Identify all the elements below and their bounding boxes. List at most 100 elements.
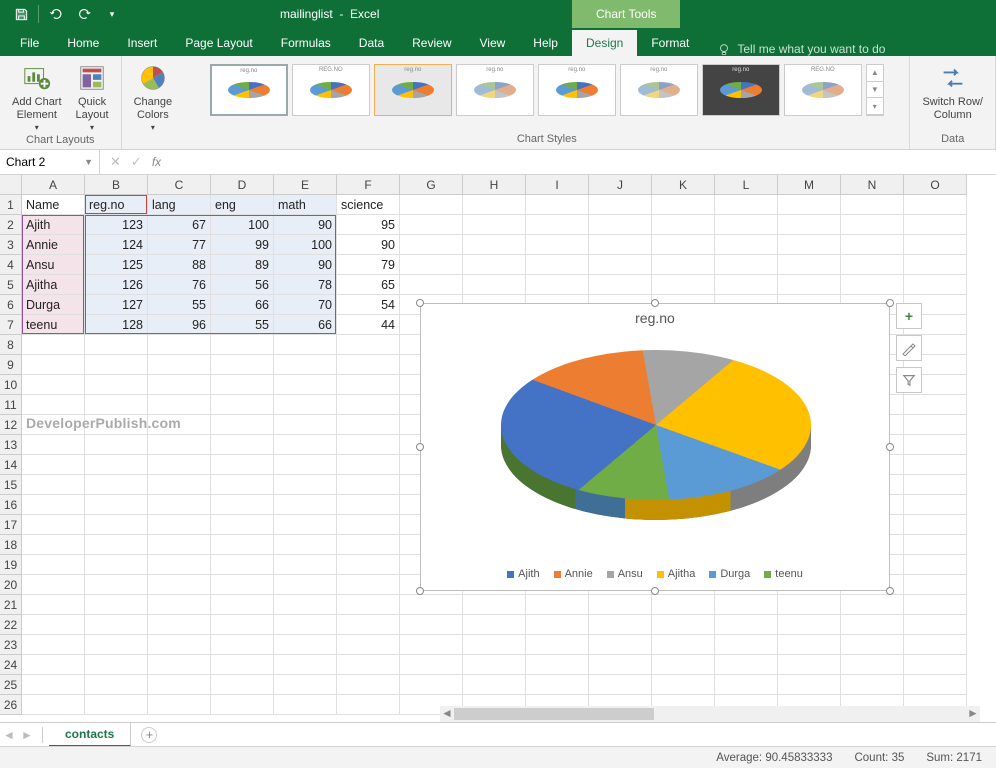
cell-D7[interactable]: 55 [211, 315, 274, 335]
row-header-5[interactable]: 5 [0, 275, 22, 295]
tab-view[interactable]: View [466, 30, 520, 56]
cell-D22[interactable] [211, 615, 274, 635]
cell-J3[interactable] [589, 235, 652, 255]
cell-E23[interactable] [274, 635, 337, 655]
change-colors-button[interactable]: Change Colors▾ [130, 60, 177, 134]
cell-D4[interactable]: 89 [211, 255, 274, 275]
cell-C7[interactable]: 96 [148, 315, 211, 335]
chart-style-1[interactable]: reg.no [210, 64, 288, 116]
chart-styles-button[interactable] [896, 335, 922, 361]
cell-D26[interactable] [211, 695, 274, 715]
cell-D5[interactable]: 56 [211, 275, 274, 295]
cell-H1[interactable] [463, 195, 526, 215]
col-header-B[interactable]: B [85, 175, 148, 195]
row-header-25[interactable]: 25 [0, 675, 22, 695]
chart-handle-n[interactable] [651, 299, 659, 307]
spreadsheet-grid[interactable]: ABCDEFGHIJKLMNO 123456789101112131415161… [0, 175, 996, 726]
cell-E5[interactable]: 78 [274, 275, 337, 295]
chart-style-5[interactable]: reg.no [538, 64, 616, 116]
chart-handle-nw[interactable] [416, 299, 424, 307]
cell-C2[interactable]: 67 [148, 215, 211, 235]
row-header-9[interactable]: 9 [0, 355, 22, 375]
col-header-A[interactable]: A [22, 175, 85, 195]
cell-G3[interactable] [400, 235, 463, 255]
chart-style-2[interactable]: REG.NO [292, 64, 370, 116]
cell-C11[interactable] [148, 395, 211, 415]
cell-N24[interactable] [841, 655, 904, 675]
tab-design[interactable]: Design [572, 30, 637, 56]
tab-home[interactable]: Home [53, 30, 113, 56]
cell-O24[interactable] [904, 655, 967, 675]
cell-C10[interactable] [148, 375, 211, 395]
cell-F26[interactable] [337, 695, 400, 715]
cell-M23[interactable] [778, 635, 841, 655]
cell-O21[interactable] [904, 595, 967, 615]
cell-B24[interactable] [85, 655, 148, 675]
tab-help[interactable]: Help [519, 30, 572, 56]
cell-F22[interactable] [337, 615, 400, 635]
cell-A5[interactable]: Ajitha [22, 275, 85, 295]
cell-H22[interactable] [463, 615, 526, 635]
cell-C25[interactable] [148, 675, 211, 695]
chart-style-7[interactable]: reg.no [702, 64, 780, 116]
cell-I21[interactable] [526, 595, 589, 615]
cell-F15[interactable] [337, 475, 400, 495]
cell-G1[interactable] [400, 195, 463, 215]
add-chart-element-button[interactable]: Add Chart Element▾ [8, 60, 66, 134]
tab-review[interactable]: Review [398, 30, 465, 56]
chart-filters-button[interactable] [896, 367, 922, 393]
cell-L24[interactable] [715, 655, 778, 675]
chart-handle-se[interactable] [886, 587, 894, 595]
cell-A24[interactable] [22, 655, 85, 675]
cell-G5[interactable] [400, 275, 463, 295]
name-box[interactable]: Chart 2▼ [0, 150, 100, 174]
cell-L3[interactable] [715, 235, 778, 255]
cell-A19[interactable] [22, 555, 85, 575]
cell-N5[interactable] [841, 275, 904, 295]
row-header-19[interactable]: 19 [0, 555, 22, 575]
chart-styles-scroll[interactable]: ▲▼▾ [866, 64, 884, 116]
chart-handle-ne[interactable] [886, 299, 894, 307]
cell-E17[interactable] [274, 515, 337, 535]
cell-O1[interactable] [904, 195, 967, 215]
cell-C15[interactable] [148, 475, 211, 495]
cell-H21[interactable] [463, 595, 526, 615]
row-header-8[interactable]: 8 [0, 335, 22, 355]
cell-F17[interactable] [337, 515, 400, 535]
legend-item-annie[interactable]: Annie [554, 568, 593, 580]
cell-B3[interactable]: 124 [85, 235, 148, 255]
cell-I4[interactable] [526, 255, 589, 275]
cell-B11[interactable] [85, 395, 148, 415]
cell-A1[interactable]: Name [22, 195, 85, 215]
cell-F18[interactable] [337, 535, 400, 555]
cell-C9[interactable] [148, 355, 211, 375]
tab-page-layout[interactable]: Page Layout [171, 30, 266, 56]
cell-E20[interactable] [274, 575, 337, 595]
row-header-12[interactable]: 12 [0, 415, 22, 435]
cell-M3[interactable] [778, 235, 841, 255]
cell-E21[interactable] [274, 595, 337, 615]
cell-M22[interactable] [778, 615, 841, 635]
cell-A22[interactable] [22, 615, 85, 635]
horizontal-scrollbar[interactable]: ◄ ► [440, 706, 980, 722]
col-header-L[interactable]: L [715, 175, 778, 195]
row-header-1[interactable]: 1 [0, 195, 22, 215]
row-header-24[interactable]: 24 [0, 655, 22, 675]
cell-A8[interactable] [22, 335, 85, 355]
tab-formulas[interactable]: Formulas [267, 30, 345, 56]
legend-item-teenu[interactable]: teenu [764, 568, 803, 580]
quick-layout-button[interactable]: Quick Layout▾ [72, 60, 113, 134]
cell-F6[interactable]: 54 [337, 295, 400, 315]
row-header-6[interactable]: 6 [0, 295, 22, 315]
cell-J24[interactable] [589, 655, 652, 675]
col-header-D[interactable]: D [211, 175, 274, 195]
cell-D12[interactable] [211, 415, 274, 435]
cell-E6[interactable]: 70 [274, 295, 337, 315]
cell-A13[interactable] [22, 435, 85, 455]
cell-L2[interactable] [715, 215, 778, 235]
tab-format[interactable]: Format [637, 30, 703, 56]
row-header-17[interactable]: 17 [0, 515, 22, 535]
cell-B25[interactable] [85, 675, 148, 695]
legend-item-ajitha[interactable]: Ajitha [657, 568, 696, 580]
cell-I23[interactable] [526, 635, 589, 655]
